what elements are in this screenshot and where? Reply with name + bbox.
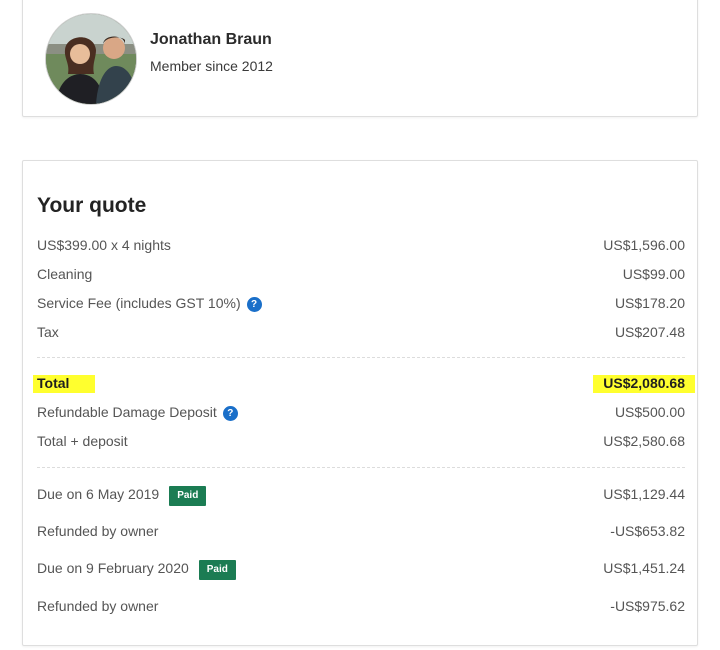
info-icon[interactable]: ? xyxy=(222,406,238,421)
owner-name: Jonathan Braun xyxy=(150,31,272,48)
payment-due-label: Due on 9 February 2020 xyxy=(37,560,189,576)
total-label: Total xyxy=(37,375,70,391)
owner-card: Jonathan Braun Member since 2012 xyxy=(22,0,698,117)
quote-title: Your quote xyxy=(37,194,147,217)
deposit-row: Refundable Damage Deposit? US$500.00 xyxy=(37,404,685,424)
line-service-fee: Service Fee (includes GST 10%)? US$178.2… xyxy=(37,295,685,315)
line-amount: -US$975.62 xyxy=(610,598,685,614)
line-label: US$399.00 x 4 nights xyxy=(37,237,171,253)
line-nights: US$399.00 x 4 nights US$1,596.00 xyxy=(37,237,685,257)
paid-badge: Paid xyxy=(198,560,236,580)
line-amount: US$2,580.68 xyxy=(603,433,685,449)
total-row: Total US$2,080.68 xyxy=(33,375,695,395)
refund-row: Refunded by owner -US$975.62 xyxy=(37,598,685,618)
refund-row: Refunded by owner -US$653.82 xyxy=(37,523,685,543)
line-label: Refundable Damage Deposit? xyxy=(37,404,238,421)
line-amount: -US$653.82 xyxy=(610,523,685,539)
quote-card: Your quote US$399.00 x 4 nights US$1,596… xyxy=(22,160,698,646)
line-label: Refunded by owner xyxy=(37,523,159,539)
deposit-label: Refundable Damage Deposit xyxy=(37,404,217,420)
line-amount: US$1,451.24 xyxy=(603,560,685,576)
total-plus-deposit-row: Total + deposit US$2,580.68 xyxy=(37,433,685,453)
member-since: Member since 2012 xyxy=(150,58,273,74)
line-amount: US$1,129.44 xyxy=(603,486,685,502)
line-amount: US$1,596.00 xyxy=(603,237,685,253)
payment-due-label: Due on 6 May 2019 xyxy=(37,486,160,502)
line-label: Cleaning xyxy=(37,266,93,282)
line-label: Total + deposit xyxy=(37,433,128,449)
line-tax: Tax US$207.48 xyxy=(37,324,685,344)
owner-avatar[interactable] xyxy=(45,13,137,105)
line-amount: US$99.00 xyxy=(622,266,685,282)
info-icon[interactable]: ? xyxy=(246,297,262,312)
divider xyxy=(37,467,685,468)
line-amount: US$207.48 xyxy=(614,324,685,340)
line-amount: US$500.00 xyxy=(614,404,685,420)
line-amount: US$178.20 xyxy=(614,295,685,311)
payment-row: Due on 6 May 2019 Paid US$1,129.44 xyxy=(37,486,685,506)
line-label: Refunded by owner xyxy=(37,598,159,614)
line-label: Due on 6 May 2019 Paid xyxy=(37,486,207,506)
line-label: Tax xyxy=(37,324,59,340)
line-label: Due on 9 February 2020 Paid xyxy=(37,560,236,580)
total-amount: US$2,080.68 xyxy=(603,375,685,391)
line-cleaning: Cleaning US$99.00 xyxy=(37,266,685,286)
paid-badge: Paid xyxy=(169,486,207,506)
service-fee-label: Service Fee (includes GST 10%) xyxy=(37,295,241,311)
divider xyxy=(37,357,685,358)
line-label: Service Fee (includes GST 10%)? xyxy=(37,295,262,312)
payment-row: Due on 9 February 2020 Paid US$1,451.24 xyxy=(37,560,685,580)
